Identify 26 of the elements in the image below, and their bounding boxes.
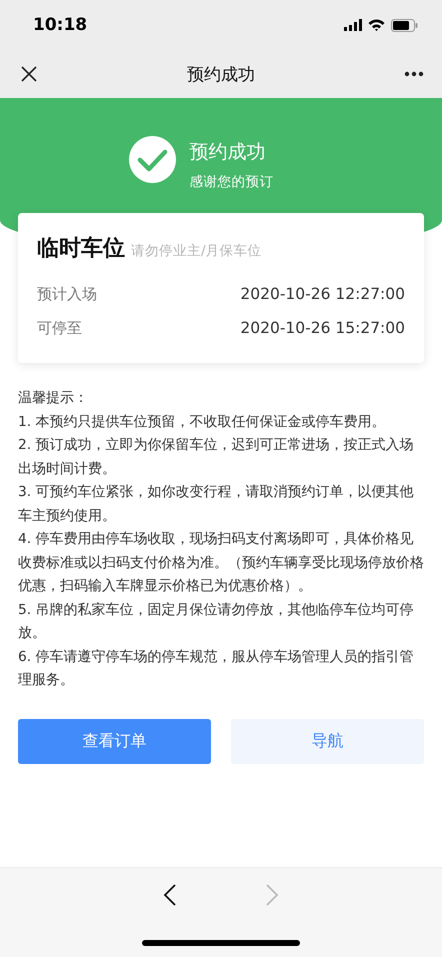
info-value: 2020-10-26 15:27:00 bbox=[240, 319, 405, 337]
close-icon[interactable] bbox=[20, 65, 38, 83]
check-circle-icon bbox=[128, 136, 176, 183]
success-subtitle: 感谢您的预订 bbox=[190, 173, 274, 191]
tip-text: 6. 停车请遵守停车场的停车规范，服从停车场管理人员的指引管理服务。 bbox=[18, 648, 415, 690]
back-button[interactable] bbox=[163, 884, 177, 906]
info-label: 预计入场 bbox=[37, 284, 97, 304]
tip-text: 5. 吊牌的私家车位，固定月保位请勿停放，其他临停车位均可停放。 bbox=[18, 600, 415, 643]
status-time: 10:18 bbox=[33, 15, 88, 35]
tip-text: 4. 停车费用由停车场收取，现场扫码支付离场即可，具体价格见收费标准或以扫码支付价格为准。（预约车辆享受比现场停放价格优惠，扫码输入车牌显示价格已为优惠价格）。 bbox=[18, 530, 424, 596]
tip-text: 3. 可预约车位紧张，如你改变行程，请取消预约订单，以便其他车主预约使用。 bbox=[18, 483, 415, 526]
wifi-icon bbox=[368, 19, 385, 31]
tip-text: 1. 本预约只提供车位预留，不收取任何保证金或停车费用。 bbox=[18, 412, 387, 432]
tips-heading: 温馨提示： bbox=[18, 389, 89, 408]
navigate-button[interactable]: 导航 bbox=[231, 718, 424, 764]
signal-icon bbox=[344, 19, 362, 31]
space-type: 临时车位 bbox=[37, 235, 125, 263]
view-order-button[interactable]: 查看订单 bbox=[18, 718, 211, 764]
info-value: 2020-10-26 12:27:00 bbox=[240, 285, 405, 303]
info-label: 可停至 bbox=[37, 318, 82, 338]
battery-icon bbox=[391, 18, 418, 32]
page-title: 预约成功 bbox=[187, 64, 255, 86]
space-note: 请勿停业主/月保车位 bbox=[131, 242, 262, 260]
more-icon[interactable] bbox=[404, 71, 424, 77]
success-title: 预约成功 bbox=[190, 140, 266, 165]
tip-text: 2. 预订成功，立即为你保留车位，迟到可正常进场，按正式入场出场时间计费。 bbox=[18, 436, 415, 478]
